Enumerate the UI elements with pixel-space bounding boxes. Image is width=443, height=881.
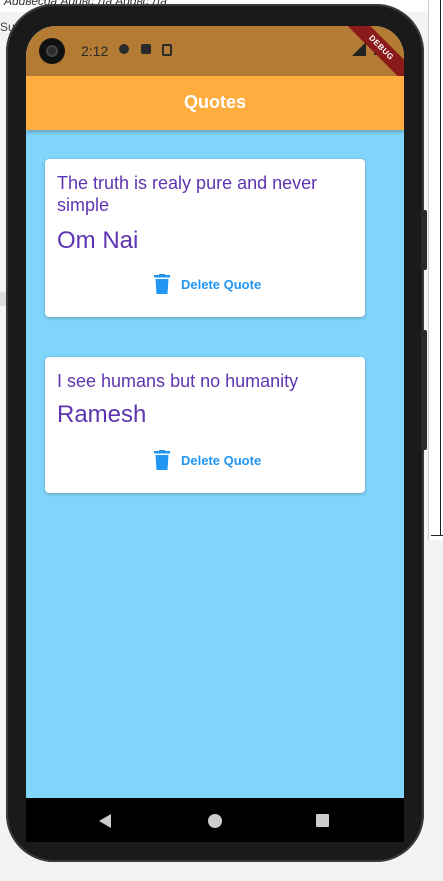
app-screen: 2:12 DEBUG Quotes The truth is realy pur…: [26, 26, 404, 798]
delete-quote-label: Delete Quote: [181, 276, 262, 292]
power-button[interactable]: [421, 210, 427, 270]
desktop-divider-h: [431, 535, 443, 536]
system-nav-bar: [26, 798, 404, 842]
delete-quote-button[interactable]: Delete Quote: [153, 450, 261, 470]
delete-quote-button[interactable]: Delete Quote: [153, 274, 261, 294]
signal-icon: [352, 42, 366, 56]
quote-text: The truth is realy pure and never simple: [57, 173, 318, 215]
trash-icon: [154, 450, 170, 470]
recent-square-icon[interactable]: [316, 814, 329, 827]
page-title: Quotes: [183, 92, 246, 112]
notification-icon: [119, 44, 129, 54]
quote-card: The truth is realy pure and never simple…: [45, 159, 365, 317]
status-time: 2:12: [81, 43, 109, 59]
app-bar: Quotes: [26, 76, 404, 130]
camera-icon: [39, 38, 65, 64]
home-circle-icon[interactable]: [208, 814, 222, 828]
desktop-divider: [440, 0, 441, 535]
sd-card-icon: [141, 44, 151, 54]
quote-author: Om Nai: [57, 227, 139, 254]
back-triangle-icon[interactable]: [99, 814, 111, 828]
delete-quote-label: Delete Quote: [181, 452, 262, 468]
quote-author: Ramesh: [57, 401, 147, 428]
usb-icon: [162, 44, 172, 56]
trash-icon: [154, 274, 170, 294]
volume-button[interactable]: [421, 330, 427, 450]
quote-card: I see humans but no humanity Ramesh Dele…: [45, 357, 365, 493]
quote-text: I see humans but no humanity: [57, 371, 299, 391]
status-bar: 2:12 DEBUG: [26, 26, 404, 86]
